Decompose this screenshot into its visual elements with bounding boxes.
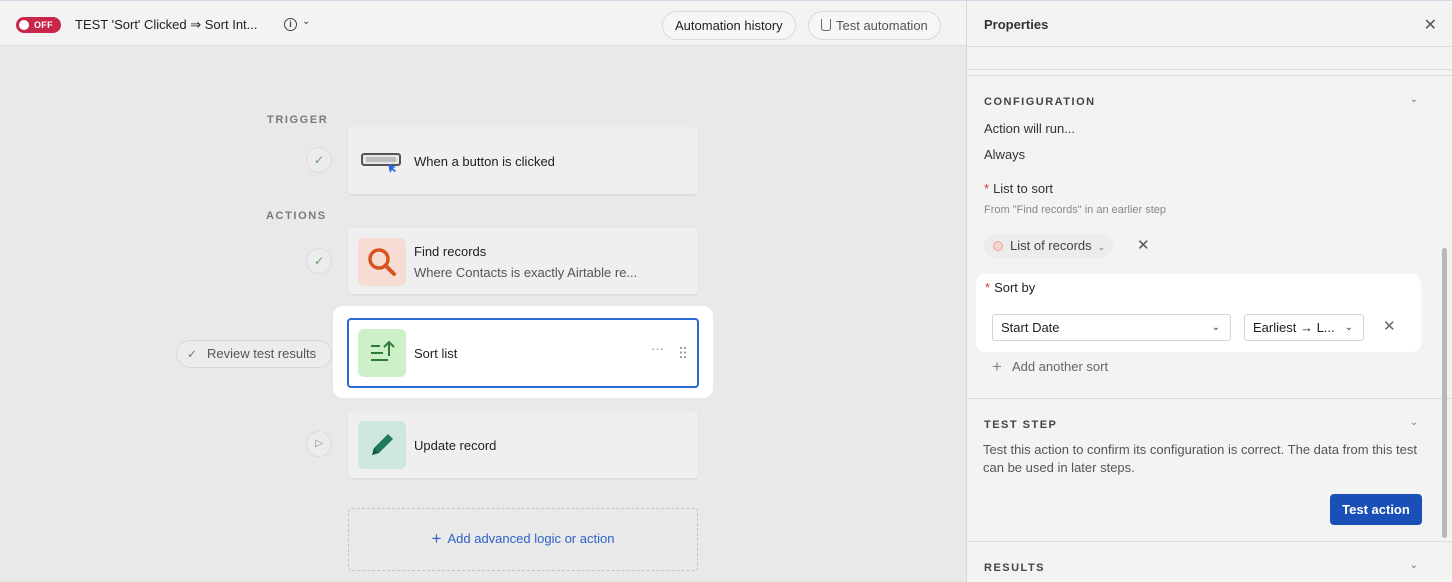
flask-icon — [821, 19, 831, 31]
more-options-icon[interactable]: ··· — [651, 341, 664, 356]
chevron-down-icon[interactable]: ⌄ — [302, 16, 310, 27]
plus-icon: + — [431, 529, 442, 548]
chevron-down-icon[interactable]: ⌄ — [1410, 560, 1418, 571]
automation-title[interactable]: TEST 'Sort' Clicked ⇒ Sort Int... — [75, 17, 258, 33]
trigger-check-icon: ✓ — [306, 147, 332, 173]
automation-toggle[interactable]: OFF — [16, 17, 61, 33]
remove-sort-icon[interactable]: ✕ — [1383, 317, 1396, 335]
info-icon[interactable]: i — [284, 18, 297, 31]
chevron-down-icon: ⌄ — [1097, 242, 1106, 252]
trigger-card[interactable]: When a button is clicked — [348, 127, 698, 194]
test-step-header[interactable]: TEST STEP — [984, 419, 1057, 431]
sort-by-text: Sort by — [994, 280, 1036, 295]
find-check-icon: ✓ — [306, 248, 332, 274]
actions-section-label: ACTIONS — [266, 210, 327, 222]
test-step-description: Test this action to confirm its configur… — [983, 442, 1417, 475]
automation-history-button[interactable]: Automation history — [662, 11, 796, 40]
find-records-title: Find records — [414, 244, 487, 259]
button-click-icon — [358, 137, 406, 185]
find-records-subtitle: Where Contacts is exactly Airtable re... — [414, 265, 638, 280]
check-icon: ✓ — [187, 347, 198, 361]
chevron-down-icon[interactable]: ⌄ — [1410, 417, 1418, 428]
add-logic-label: Add advanced logic or action — [447, 531, 615, 546]
drag-handle-icon[interactable] — [679, 346, 687, 359]
remove-list-icon[interactable]: ✕ — [1137, 236, 1150, 254]
add-logic-or-action-button[interactable]: + Add advanced logic or action — [348, 508, 698, 571]
chevron-down-icon: ⌄ — [1344, 322, 1353, 333]
sort-field-select[interactable]: Start Date ⌄ — [992, 314, 1231, 341]
required-marker: * — [985, 280, 991, 295]
test-automation-button[interactable]: Test automation — [808, 11, 941, 40]
add-sort-label: Add another sort — [1011, 359, 1109, 374]
search-icon — [358, 238, 406, 286]
update-record-card[interactable]: Update record — [348, 411, 698, 478]
panel-header: Properties ✕ — [967, 1, 1452, 47]
divider — [967, 75, 1452, 76]
test-automation-label: Test automation — [836, 18, 928, 33]
review-label: Review test results — [207, 346, 317, 361]
sort-by-label: * Sort by — [985, 280, 1035, 295]
required-marker: * — [984, 181, 990, 196]
sort-list-title: Sort list — [414, 346, 458, 361]
review-test-results-button[interactable]: ✓ Review test results — [176, 340, 332, 368]
list-to-sort-hint: From "Find records" in an earlier step — [984, 204, 1167, 216]
chevron-down-icon[interactable]: ⌄ — [1410, 94, 1418, 105]
update-record-title: Update record — [414, 438, 497, 453]
action-will-run-label: Action will run... — [984, 121, 1076, 136]
list-pill-label: List of records — [1010, 238, 1092, 253]
close-icon[interactable]: ✕ — [1424, 15, 1437, 35]
divider — [967, 541, 1452, 542]
panel-title: Properties — [984, 17, 1049, 32]
toggle-label: OFF — [34, 20, 53, 30]
chevron-down-icon: ⌄ — [1211, 322, 1220, 333]
divider — [967, 398, 1452, 399]
panel-scrollbar[interactable] — [1442, 248, 1447, 538]
list-to-sort-text: List to sort — [993, 181, 1054, 196]
sort-field-value: Start Date — [1001, 320, 1060, 335]
sort-order-value: Earliest → L... — [1253, 320, 1335, 335]
add-another-sort-button[interactable]: + Add another sort — [992, 357, 1108, 377]
trigger-section-label: TRIGGER — [267, 114, 329, 126]
sort-order-select[interactable]: Earliest → L... ⌄ — [1244, 314, 1364, 341]
list-of-records-token[interactable]: List of records ⌄ — [984, 234, 1114, 258]
toggle-knob — [19, 20, 29, 30]
automation-header: OFF TEST 'Sort' Clicked ⇒ Sort Int... i … — [0, 0, 966, 46]
list-to-sort-label: * List to sort — [984, 181, 1053, 196]
sort-list-card[interactable]: Sort list ··· — [347, 318, 699, 388]
pencil-icon — [358, 421, 406, 469]
sort-icon — [358, 329, 406, 377]
plus-icon: + — [992, 357, 1002, 376]
configuration-header[interactable]: CONFIGURATION — [984, 96, 1096, 108]
run-condition-value[interactable]: Always — [984, 147, 1025, 162]
run-test-play-icon[interactable]: ▷ — [306, 431, 332, 457]
find-records-token-icon — [993, 241, 1003, 251]
find-records-card[interactable]: Find records Where Contacts is exactly A… — [348, 228, 698, 294]
test-action-button[interactable]: Test action — [1330, 494, 1422, 525]
trigger-title: When a button is clicked — [414, 154, 555, 169]
results-header[interactable]: RESULTS — [984, 562, 1045, 574]
divider — [967, 69, 1452, 70]
